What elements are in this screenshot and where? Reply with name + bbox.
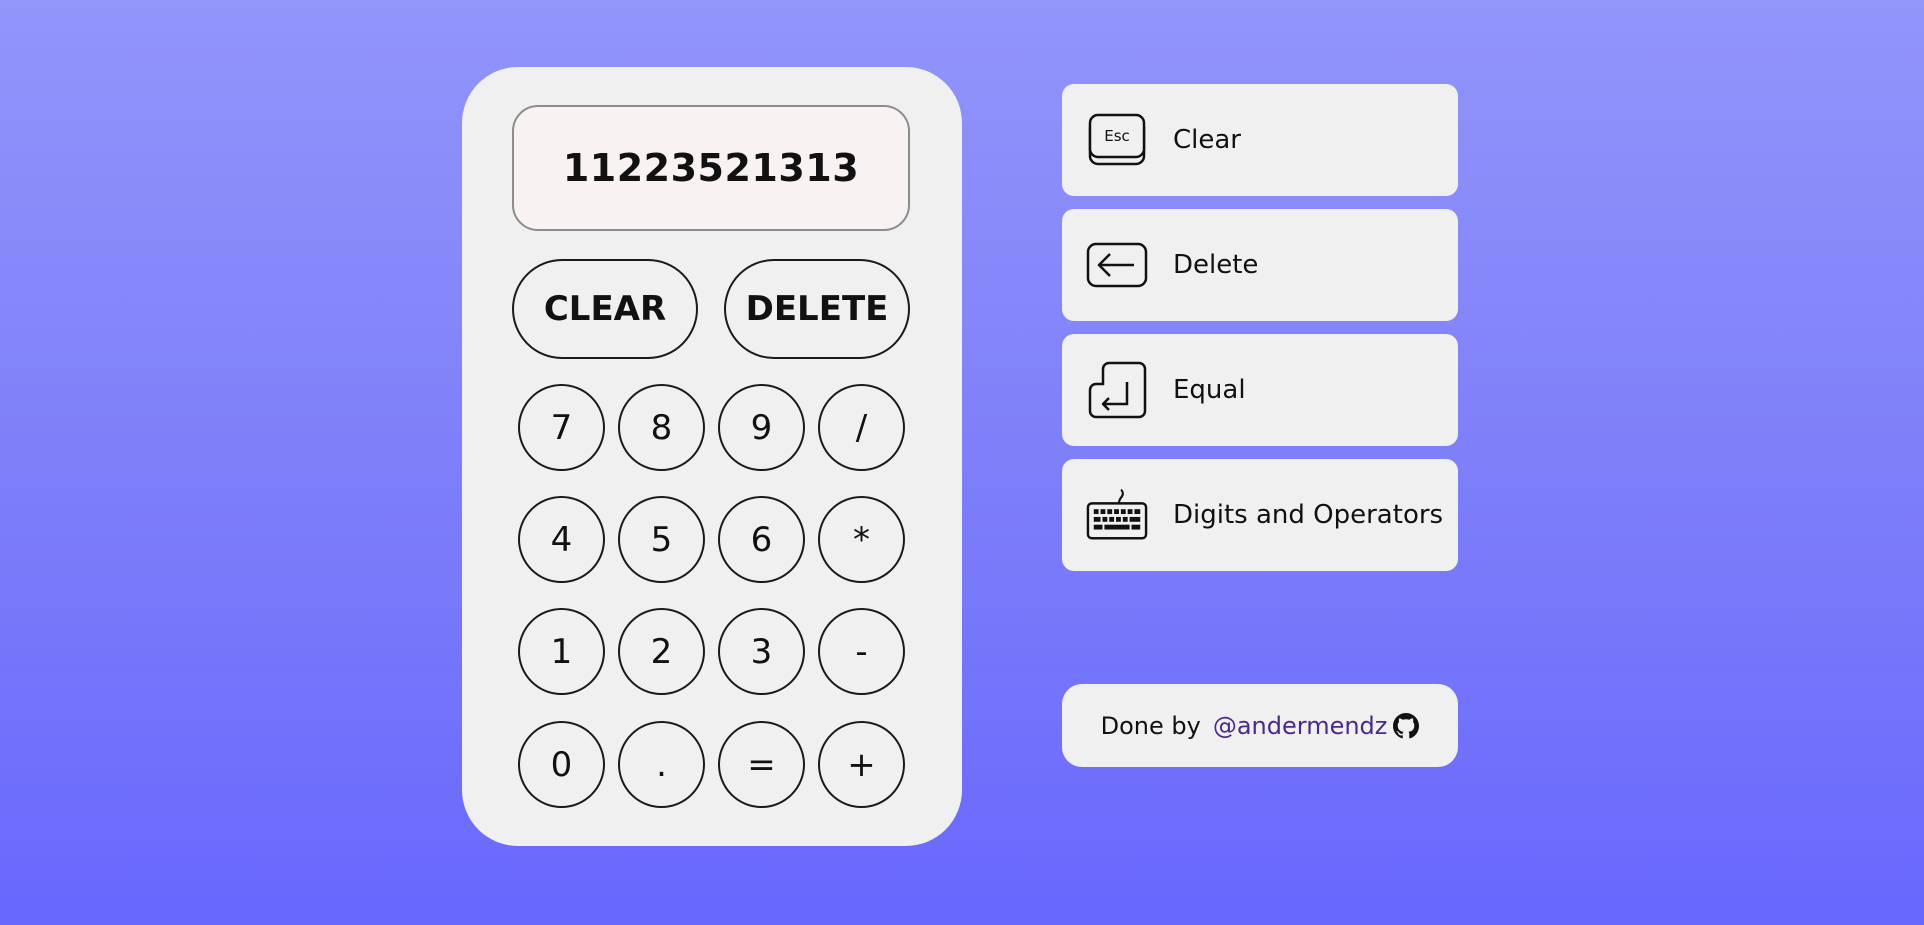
calculator: 11223521313 CLEAR DELETE 7 8 9 / 4 5 6 *… xyxy=(462,67,962,846)
shortcut-clear-card: Esc Clear xyxy=(1062,84,1458,196)
clear-button[interactable]: CLEAR xyxy=(512,259,698,359)
shortcut-equal-card: Equal xyxy=(1062,334,1458,446)
key-4[interactable]: 4 xyxy=(518,496,605,583)
key-add[interactable]: + xyxy=(818,721,905,808)
calculator-display: 11223521313 xyxy=(512,105,910,231)
svg-text:Esc: Esc xyxy=(1104,127,1130,145)
key-0[interactable]: 0 xyxy=(518,721,605,808)
enter-key-icon xyxy=(1086,359,1148,421)
shortcut-digits-label: Digits and Operators xyxy=(1173,500,1444,530)
key-8[interactable]: 8 xyxy=(618,384,705,471)
credit-prefix: Done by xyxy=(1100,711,1201,740)
shortcut-equal-label: Equal xyxy=(1173,375,1246,405)
key-7[interactable]: 7 xyxy=(518,384,605,471)
esc-key-icon: Esc xyxy=(1086,109,1148,171)
key-subtract[interactable]: - xyxy=(818,608,905,695)
key-multiply[interactable]: * xyxy=(818,496,905,583)
credit-card: Done by @andermendz xyxy=(1062,684,1458,767)
author-link[interactable]: @andermendz xyxy=(1213,712,1388,740)
key-equals[interactable]: = xyxy=(718,721,805,808)
key-1[interactable]: 1 xyxy=(518,608,605,695)
key-decimal[interactable]: . xyxy=(618,721,705,808)
shortcut-delete-label: Delete xyxy=(1173,250,1259,280)
key-divide[interactable]: / xyxy=(818,384,905,471)
key-2[interactable]: 2 xyxy=(618,608,705,695)
shortcut-digits-card: Digits and Operators xyxy=(1062,459,1458,571)
shortcut-delete-card: Delete xyxy=(1062,209,1458,321)
shortcut-clear-label: Clear xyxy=(1173,125,1241,155)
key-3[interactable]: 3 xyxy=(718,608,805,695)
backspace-key-icon xyxy=(1086,234,1148,296)
delete-button[interactable]: DELETE xyxy=(724,259,910,359)
key-5[interactable]: 5 xyxy=(618,496,705,583)
key-6[interactable]: 6 xyxy=(718,496,805,583)
key-9[interactable]: 9 xyxy=(718,384,805,471)
keyboard-icon xyxy=(1086,484,1148,546)
github-icon[interactable] xyxy=(1393,712,1420,739)
